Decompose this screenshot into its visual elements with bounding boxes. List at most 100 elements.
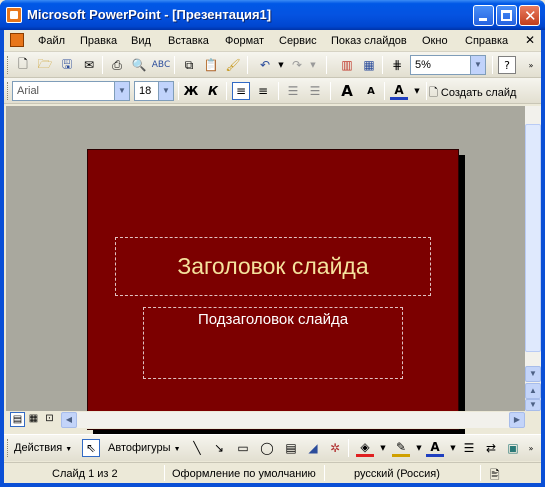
new-slide-button[interactable]: 🗋 Создать слайд <box>429 84 516 103</box>
print-preview-icon[interactable]: 🔍 <box>130 56 148 74</box>
new-document-icon[interactable]: 🗋 <box>14 56 32 74</box>
toolbar-separator <box>247 56 248 74</box>
menu-help[interactable]: Справка <box>465 35 508 47</box>
minimize-button[interactable] <box>473 5 494 26</box>
bullets-icon[interactable]: ☰ <box>306 82 324 100</box>
previous-slide-icon[interactable]: ▲ <box>525 383 541 399</box>
font-color-dropdown-icon[interactable]: ▼ <box>408 82 426 100</box>
bold-button[interactable]: Ж <box>182 82 200 100</box>
permission-icon[interactable]: ✉ <box>80 56 98 74</box>
close-icon: ✕ <box>524 7 537 25</box>
toolbar-grip[interactable] <box>7 82 10 100</box>
line-icon[interactable]: ╲ <box>188 439 206 457</box>
chevron-down-icon[interactable]: ▼ <box>158 82 173 100</box>
save-icon[interactable]: 🖫 <box>58 56 76 74</box>
powerpoint-app-icon[interactable] <box>6 7 22 23</box>
slide-title-text: Заголовок слайда <box>177 253 369 279</box>
format-painter-icon[interactable]: 🖌 <box>224 56 242 74</box>
menu-window[interactable]: Окно <box>422 35 448 47</box>
spelling-icon[interactable]: ABC <box>152 56 170 74</box>
menu-edit[interactable]: Правка <box>80 35 117 47</box>
menu-insert[interactable]: Вставка <box>168 35 209 47</box>
open-folder-icon[interactable]: 🗁 <box>36 56 54 74</box>
slideshow-icon[interactable]: ⊡ <box>42 412 57 427</box>
slide-canvas[interactable]: Заголовок слайда Подзаголовок слайда <box>87 149 459 430</box>
zoom-value: 5% <box>415 59 431 71</box>
new-slide-label: Создать слайд <box>440 87 517 99</box>
wordart-icon[interactable]: ◢ <box>304 439 322 457</box>
line-color-icon[interactable]: ✎ <box>392 439 410 457</box>
menu-file[interactable]: Файл <box>38 35 65 47</box>
fill-color-icon[interactable]: ◈ <box>356 439 374 457</box>
toolbar-grip[interactable] <box>7 439 10 457</box>
next-slide-icon[interactable]: ▼ <box>525 399 541 411</box>
title-bar[interactable]: Microsoft PowerPoint - [Презентация1] ✕ <box>0 0 545 30</box>
formatting-toolbar: Arial ▼ 18 ▼ Ж К ≡ ≡ ☰ ☰ A A A ▼ 🗋 Созда… <box>4 78 541 104</box>
copy-icon[interactable]: ⧉ <box>180 56 198 74</box>
scroll-down-icon[interactable]: ▼ <box>525 366 541 382</box>
font-size-select[interactable]: 18 ▼ <box>134 81 174 101</box>
menu-view[interactable]: Вид <box>131 35 151 47</box>
fill-dropdown-icon[interactable]: ▼ <box>374 439 392 457</box>
diagram-icon[interactable]: ✲ <box>326 439 344 457</box>
insert-table-icon[interactable]: ▦ <box>360 56 378 74</box>
vertical-scrollbar[interactable]: ▼ ▲ ▼ <box>525 106 541 411</box>
maximize-button[interactable] <box>496 5 517 26</box>
rectangle-icon[interactable]: ▭ <box>234 439 252 457</box>
toolbar-grip[interactable] <box>7 56 10 74</box>
menu-slideshow[interactable]: Показ слайдов <box>331 35 407 47</box>
title-placeholder[interactable]: Заголовок слайда <box>115 237 431 296</box>
scroll-left-icon[interactable]: ◀ <box>61 412 77 428</box>
toolbar-separator <box>102 56 103 74</box>
close-button[interactable]: ✕ <box>519 5 540 26</box>
font-color-icon[interactable]: A <box>390 82 408 100</box>
shadow-style-icon[interactable]: ▣ <box>504 439 522 457</box>
normal-view-icon[interactable]: ▤ <box>10 412 25 427</box>
slide-subtitle-text: Подзаголовок слайда <box>197 311 349 328</box>
document-icon[interactable] <box>10 33 24 47</box>
line-style-icon[interactable]: ☰ <box>460 439 478 457</box>
insert-chart-icon[interactable]: ▥ <box>338 56 356 74</box>
arrow-icon[interactable]: ↘ <box>210 439 228 457</box>
text-box-icon[interactable]: ▤ <box>282 439 300 457</box>
horizontal-scrollbar[interactable]: ◀ ▶ <box>61 412 525 428</box>
slide-workspace[interactable]: Заголовок слайда Подзаголовок слайда <box>6 106 525 436</box>
slide-sorter-icon[interactable]: ▦ <box>26 412 41 427</box>
show-grid-icon[interactable]: ⋕ <box>388 56 406 74</box>
redo-dropdown-icon[interactable]: ▼ <box>304 56 322 74</box>
select-pointer-icon[interactable]: ⇖ <box>82 439 100 457</box>
numbering-icon[interactable]: ☰ <box>284 82 302 100</box>
drawing-toolbar: Действия ▼ ⇖ Автофигуры ▼ ╲ ↘ ▭ ◯ ▤ ◢ ✲ … <box>4 434 541 461</box>
autoshapes-menu[interactable]: Автофигуры ▼ <box>108 442 181 454</box>
italic-button[interactable]: К <box>204 82 222 100</box>
paste-icon[interactable]: 📋 <box>202 56 220 74</box>
print-icon[interactable]: ⎙ <box>108 56 126 74</box>
toolbar-options-icon[interactable]: » <box>522 56 540 74</box>
align-center-icon[interactable]: ≡ <box>254 82 272 100</box>
subtitle-placeholder[interactable]: Подзаголовок слайда <box>143 307 403 379</box>
actions-menu[interactable]: Действия ▼ <box>14 442 72 454</box>
scroll-thumb[interactable] <box>525 124 541 352</box>
status-separator <box>164 465 165 481</box>
toolbar-options-icon[interactable]: » <box>522 439 540 457</box>
oval-icon[interactable]: ◯ <box>258 439 276 457</box>
arrow-style-icon[interactable]: ⇄ <box>482 439 500 457</box>
align-left-icon[interactable]: ≡ <box>232 82 250 100</box>
standard-toolbar: 🗋 🗁 🖫 ✉ ⎙ 🔍 ABC ⧉ 📋 🖌 ↶ ▼ ↷ ▼ ▥ ▦ ⋕ 5% ▼ <box>4 52 541 78</box>
menu-tools[interactable]: Сервис <box>279 35 317 47</box>
font-color-icon[interactable]: A <box>426 439 444 457</box>
chevron-down-icon[interactable]: ▼ <box>470 56 485 74</box>
zoom-select[interactable]: 5% ▼ <box>410 55 486 75</box>
decrease-font-icon[interactable]: A <box>362 82 380 100</box>
close-document-icon[interactable]: ✕ <box>525 33 535 47</box>
increase-font-icon[interactable]: A <box>338 82 356 100</box>
font-select[interactable]: Arial ▼ <box>12 81 130 101</box>
help-icon[interactable]: ? <box>498 56 516 74</box>
chevron-down-icon[interactable]: ▼ <box>114 82 129 100</box>
menu-format[interactable]: Формат <box>225 35 264 47</box>
spelling-status-icon[interactable]: 🖹 <box>490 466 500 487</box>
toolbar-separator <box>382 56 383 74</box>
scroll-right-icon[interactable]: ▶ <box>509 412 525 428</box>
design-template[interactable]: Оформление по умолчанию <box>172 468 316 480</box>
toolbar-separator <box>178 82 179 100</box>
